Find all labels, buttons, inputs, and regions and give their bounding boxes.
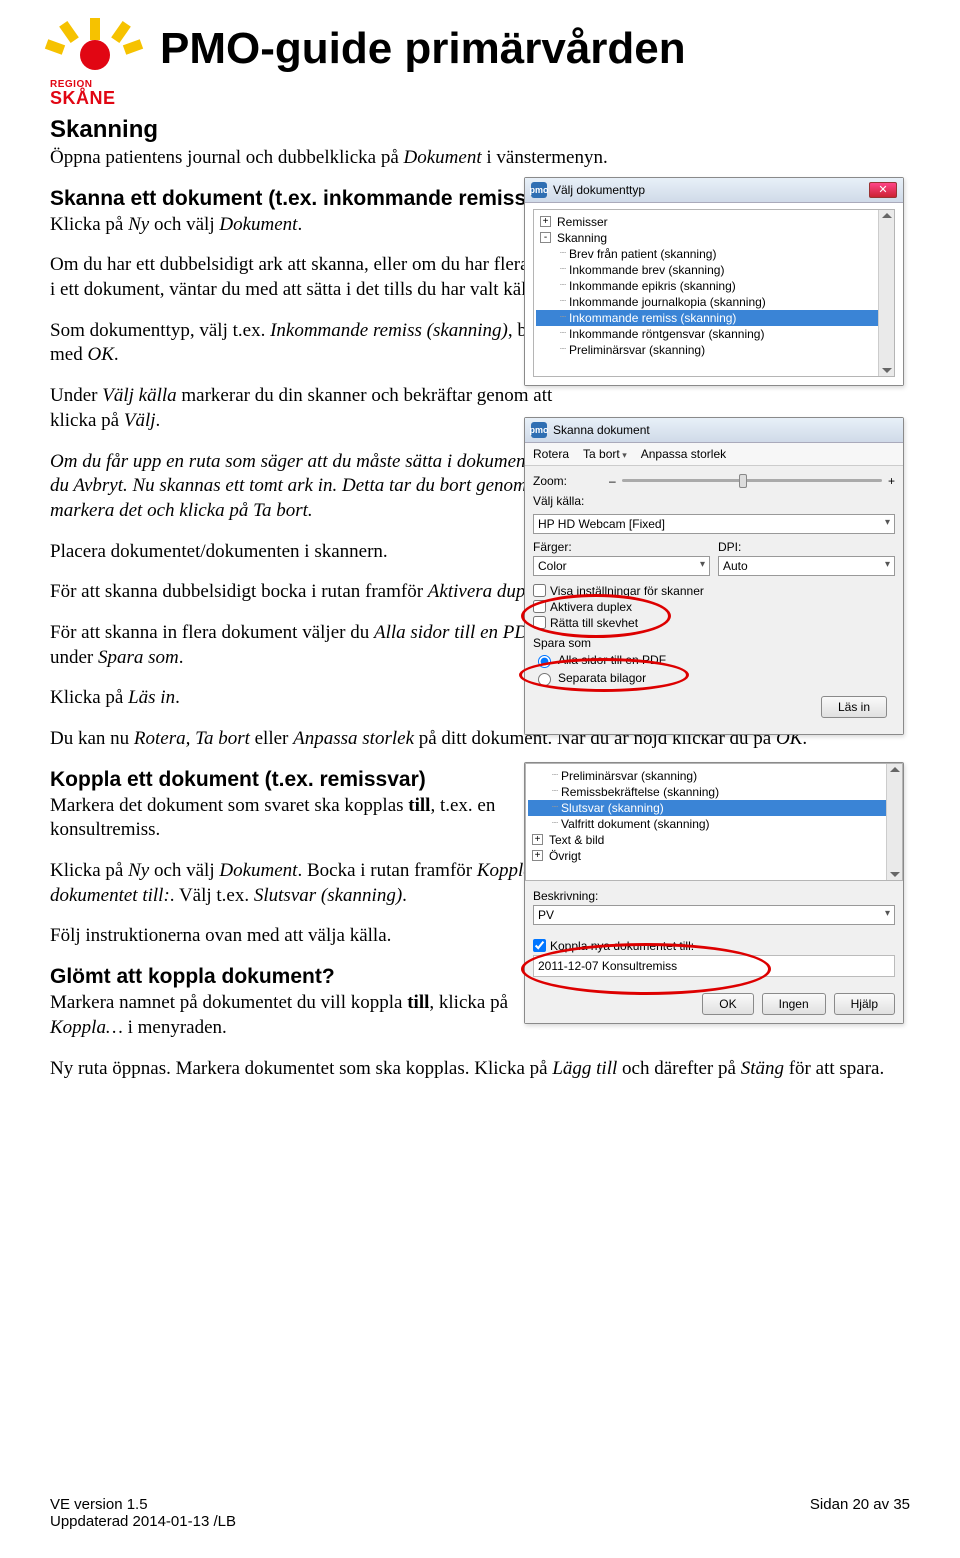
zoom-slider[interactable]: –+ xyxy=(609,474,895,488)
body-text: Markera det dokument som svaret ska kopp… xyxy=(50,794,580,843)
linked-doc-field[interactable]: 2011-12-07 Konsultremiss xyxy=(533,955,895,977)
body-text: Placera dokumentet/dokumenten i skannern… xyxy=(50,540,580,565)
body-text: Klicka på Ny och välj Dokument. xyxy=(50,213,580,238)
link-document-checkbox[interactable] xyxy=(533,939,546,952)
tree-item[interactable]: ┈Inkommande brev (skanning) xyxy=(536,262,892,278)
footer-updated: Uppdaterad 2014-01-13 /LB xyxy=(50,1513,236,1530)
source-combo[interactable]: HP HD Webcam [Fixed] xyxy=(533,514,895,534)
tree-item[interactable]: +Övrigt xyxy=(528,848,900,864)
pmo-icon: pmo xyxy=(531,182,547,198)
close-icon[interactable]: ✕ xyxy=(869,182,897,198)
tree-item[interactable]: ┈Inkommande epikris (skanning) xyxy=(536,278,892,294)
body-text: Under Välj källa markerar du din skanner… xyxy=(50,384,580,433)
ok-button[interactable]: OK xyxy=(702,993,753,1015)
tree-item[interactable]: ┈Inkommande röntgensvar (skanning) xyxy=(536,326,892,342)
skane-logo: REGIONSKÅNE xyxy=(50,20,140,110)
body-text: För att skanna dubbelsidigt bocka i ruta… xyxy=(50,580,580,605)
all-pdf-radio[interactable] xyxy=(538,655,551,668)
document-type-tree-2[interactable]: ┈Preliminärsvar (skanning)┈Remissbekräft… xyxy=(525,763,903,881)
show-settings-checkbox[interactable] xyxy=(533,584,546,597)
duplex-checkbox[interactable] xyxy=(533,600,546,613)
body-text: Klicka på Läs in. xyxy=(50,686,580,711)
tree-item[interactable]: ┈Slutsvar (skanning) xyxy=(528,800,900,816)
body-text: Om du har ett dubbelsidigt ark att skann… xyxy=(50,253,580,302)
rotate-button[interactable]: Rotera xyxy=(533,447,569,461)
scrollbar[interactable] xyxy=(886,764,902,880)
tree-item[interactable]: ┈Remissbekräftelse (skanning) xyxy=(528,784,900,800)
tree-item[interactable]: +Text & bild xyxy=(528,832,900,848)
source-label: Välj källa: xyxy=(533,494,603,508)
tree-item[interactable]: ┈Preliminärsvar (skanning) xyxy=(528,768,900,784)
body-text: Som dokumenttyp, välj t.ex. Inkommande r… xyxy=(50,319,580,368)
none-button[interactable]: Ingen xyxy=(762,993,826,1015)
color-label: Färger: xyxy=(533,540,710,554)
body-text: Ny ruta öppnas. Markera dokumentet som s… xyxy=(50,1057,910,1082)
scrollbar[interactable] xyxy=(878,210,894,376)
tree-item[interactable]: +Remisser xyxy=(536,214,892,230)
scan-button[interactable]: Läs in xyxy=(821,696,887,718)
pmo-icon: pmo xyxy=(531,422,547,438)
glomt-heading: Glömt att koppla dokument? xyxy=(50,965,580,989)
tree-item[interactable]: ┈Valfritt dokument (skanning) xyxy=(528,816,900,832)
description-input[interactable]: PV xyxy=(533,905,895,925)
body-text: Öppna patientens journal och dubbelklick… xyxy=(50,146,910,171)
body-text: Följ instruktionerna ovan med att välja … xyxy=(50,924,580,949)
skanning-heading: Skanning xyxy=(50,116,910,144)
skanna-heading: Skanna ett dokument (t.ex. inkommande re… xyxy=(50,187,580,211)
body-text: Om du får upp en ruta som säger att du m… xyxy=(50,450,580,524)
body-text: Markera namnet på dokumentet du vill kop… xyxy=(50,991,580,1040)
tree-item[interactable]: ┈Inkommande remiss (skanning) xyxy=(536,310,892,326)
description-label: Beskrivning: xyxy=(533,889,598,903)
page-title: PMO-guide primärvården xyxy=(160,24,686,74)
dialog-title: Välj dokumenttyp xyxy=(553,183,645,197)
dpi-label: DPI: xyxy=(718,540,895,554)
footer-version: VE version 1.5 xyxy=(50,1496,236,1513)
body-text: Klicka på Ny och välj Dokument. Bocka i … xyxy=(50,859,580,908)
zoom-label: Zoom: xyxy=(533,474,603,488)
footer-page: Sidan 20 av 35 xyxy=(810,1496,910,1530)
tree-item[interactable]: ┈Brev från patient (skanning) xyxy=(536,246,892,262)
deskew-checkbox[interactable] xyxy=(533,616,546,629)
color-combo[interactable]: Color xyxy=(533,556,710,576)
dpi-combo[interactable]: Auto xyxy=(718,556,895,576)
delete-button[interactable]: Ta bort xyxy=(583,447,627,461)
body-text: För att skanna in flera dokument väljer … xyxy=(50,621,580,670)
save-as-label: Spara som xyxy=(533,636,895,650)
tree-item[interactable]: ┈Preliminärsvar (skanning) xyxy=(536,342,892,358)
separate-radio[interactable] xyxy=(538,673,551,686)
fit-button[interactable]: Anpassa storlek xyxy=(641,447,726,461)
tree-item[interactable]: ┈Inkommande journalkopia (skanning) xyxy=(536,294,892,310)
document-type-tree[interactable]: +Remisser-Skanning┈Brev från patient (sk… xyxy=(533,209,895,377)
tree-item[interactable]: -Skanning xyxy=(536,230,892,246)
koppla-heading: Koppla ett dokument (t.ex. remissvar) xyxy=(50,768,580,792)
dialog-title: Skanna dokument xyxy=(553,423,650,437)
help-button[interactable]: Hjälp xyxy=(834,993,895,1015)
